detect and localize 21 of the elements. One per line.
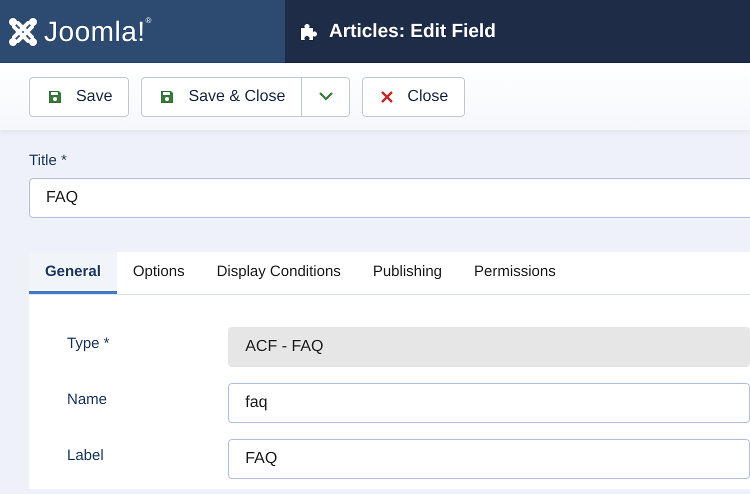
puzzle-icon bbox=[299, 22, 319, 42]
registered-mark: ® bbox=[146, 16, 152, 25]
save-button[interactable]: Save bbox=[29, 76, 130, 116]
field-label: Type * bbox=[67, 334, 111, 352]
save-icon bbox=[160, 90, 174, 104]
field-label: Title * bbox=[29, 152, 68, 169]
logo-icon bbox=[8, 16, 38, 46]
chevron-down-icon bbox=[318, 92, 333, 101]
tab[interactable]: General bbox=[29, 252, 117, 294]
save-close-button[interactable]: Save & Close bbox=[141, 76, 302, 116]
field-label: Name bbox=[67, 390, 108, 408]
close-button[interactable]: Close bbox=[362, 76, 466, 116]
logo-text: Joomla! bbox=[44, 16, 146, 48]
text-field[interactable]: faq bbox=[228, 383, 750, 423]
page-title: Articles: Edit Field bbox=[329, 20, 496, 42]
close-icon bbox=[381, 90, 394, 102]
text-field[interactable]: FAQ bbox=[228, 439, 750, 479]
field-label: Label bbox=[67, 446, 105, 464]
dropdown-button[interactable] bbox=[302, 76, 350, 116]
save-icon bbox=[48, 90, 62, 104]
title-field[interactable]: FAQ bbox=[29, 178, 750, 218]
